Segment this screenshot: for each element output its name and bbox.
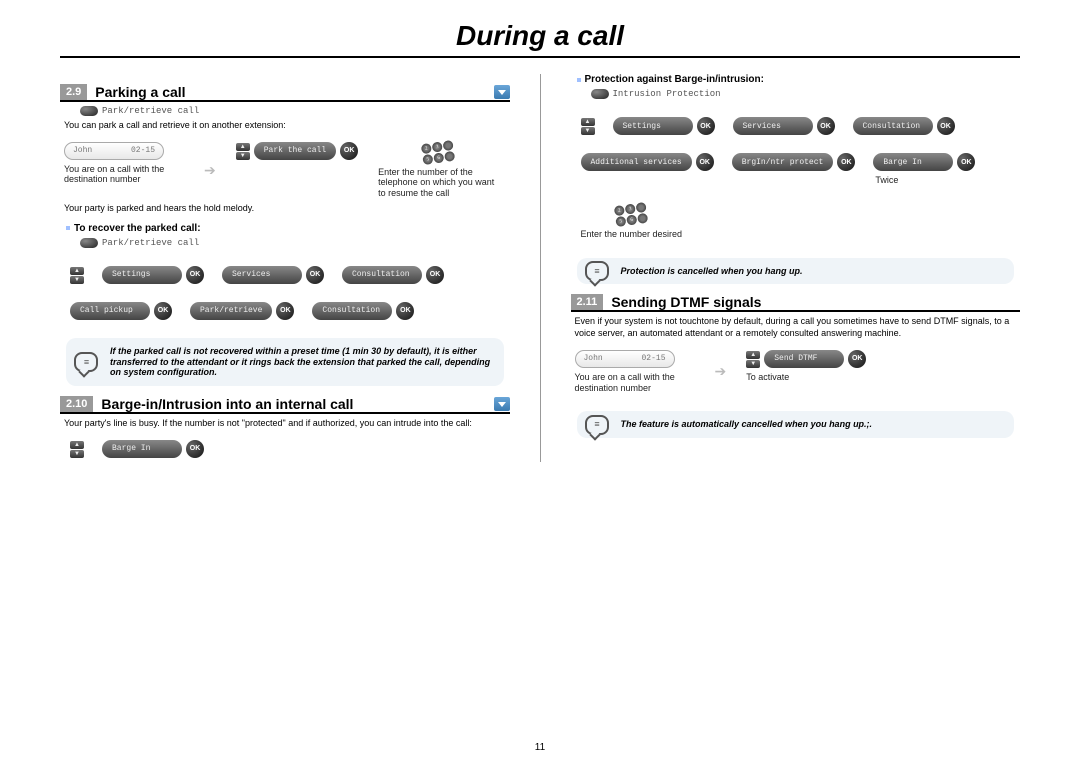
keypad-icon: 2356 <box>614 202 649 227</box>
pill-park-retrieve: Park/retrieve <box>190 302 272 320</box>
step-display: John 02-15 You are on a call with the de… <box>575 350 695 394</box>
label-park-retrieve: Park/retrieve call <box>80 106 510 116</box>
ok-button: OK <box>340 142 358 160</box>
note-box-parked: ≡ If the parked call is not recovered wi… <box>66 338 504 386</box>
step-note: You are on a call with the destination n… <box>64 164 184 186</box>
pill-barge-in: Barge In <box>102 440 182 458</box>
ok-button: OK <box>837 153 855 171</box>
label-text: Park/retrieve call <box>102 106 199 116</box>
step-keypad: 2356 Enter the number of the telephone o… <box>378 142 498 199</box>
pill-settings: Settings <box>102 266 182 284</box>
step-note: You are on a call with the destination n… <box>575 372 695 394</box>
pill-send-dtmf: Send DTMF <box>764 350 844 368</box>
speech-bubble-icon: ≡ <box>74 352 98 372</box>
display-field: John 02-15 <box>64 142 164 160</box>
column-divider <box>540 74 541 462</box>
ok-button: OK <box>817 117 835 135</box>
step-action: ▲▼ Send DTMF OK To activate <box>746 350 866 383</box>
parked-note: Your party is parked and hears the hold … <box>64 203 510 215</box>
call-time: 02-15 <box>131 146 155 155</box>
section-title: Parking a call <box>95 84 487 100</box>
updown-icon: ▲▼ <box>746 351 760 368</box>
section-2-10-header: 2.10 Barge-in/Intrusion into an internal… <box>60 396 510 414</box>
call-time: 02-15 <box>641 354 665 363</box>
display-field: John 02-15 <box>575 350 675 368</box>
ok-button: OK <box>697 117 715 135</box>
arrow-right-icon: ➔ <box>204 163 216 180</box>
section-title: Barge-in/Intrusion into an internal call <box>101 396 487 412</box>
ok-button: OK <box>306 266 324 284</box>
ok-button: OK <box>848 350 866 368</box>
section-title: Sending DTMF signals <box>611 294 1020 310</box>
page-title: During a call <box>60 20 1020 52</box>
pill-services: Services <box>222 266 302 284</box>
intro-text: Your party's line is busy. If the number… <box>64 418 510 430</box>
step-note: To activate <box>746 372 789 383</box>
ok-button: OK <box>957 153 975 171</box>
pill-brgin-ntr-protect: BrgIn/ntr protect <box>732 153 834 171</box>
ok-button: OK <box>426 266 444 284</box>
lozenge-icon <box>591 89 609 99</box>
ok-button: OK <box>186 440 204 458</box>
label-park-retrieve-2: Park/retrieve call <box>80 238 510 248</box>
updown-icon: ▲▼ <box>70 441 84 458</box>
step-note: Enter the number of the telephone on whi… <box>378 167 498 199</box>
note-box-protection: ≡ Protection is cancelled when you hang … <box>577 258 1015 285</box>
updown-icon: ▲▼ <box>70 267 84 284</box>
down-arrow-icon <box>494 85 510 99</box>
pill-consultation: Consultation <box>342 266 422 284</box>
updown-icon: ▲▼ <box>581 118 595 135</box>
recover-subhead: To recover the parked call: <box>66 223 510 234</box>
lozenge-icon <box>80 106 98 116</box>
down-arrow-icon <box>494 397 510 411</box>
section-number: 2.10 <box>60 396 93 412</box>
intro-text: You can park a call and retrieve it on a… <box>64 120 510 132</box>
ok-button: OK <box>154 302 172 320</box>
label-intrusion: Intrusion Protection <box>591 89 1021 99</box>
step-action: ▲▼ Park the call OK <box>236 142 358 160</box>
pill-call-pickup: Call pickup <box>70 302 150 320</box>
label-text: Park/retrieve call <box>102 238 199 248</box>
keypad-icon: 2356 <box>421 140 456 165</box>
section-number: 2.9 <box>60 84 87 100</box>
pill-consultation: Consultation <box>853 117 933 135</box>
ok-button: OK <box>396 302 414 320</box>
lozenge-icon <box>80 238 98 248</box>
speech-bubble-icon: ≡ <box>585 415 609 435</box>
caller-name: John <box>584 354 603 363</box>
intro-text: Even if your system is not touchtone by … <box>575 316 1021 339</box>
pill-services: Services <box>733 117 813 135</box>
recover-label: To recover the parked call: <box>74 223 201 234</box>
note-twice: Twice <box>875 175 898 186</box>
ok-button: OK <box>186 266 204 284</box>
pill-barge-in-2: Barge In <box>873 153 953 171</box>
title-rule <box>60 56 1020 58</box>
pill-consultation-2: Consultation <box>312 302 392 320</box>
arrow-right-icon: ➔ <box>715 364 727 381</box>
note-text: The feature is automatically cancelled w… <box>621 419 873 429</box>
step-display: John 02-15 You are on a call with the de… <box>64 142 184 186</box>
pill-additional-services: Additional services <box>581 153 692 171</box>
note-text: Protection is cancelled when you hang up… <box>621 266 803 276</box>
section-number: 2.11 <box>571 294 604 310</box>
caller-name: John <box>73 146 92 155</box>
note-enter-number: Enter the number desired <box>581 229 683 240</box>
pill-settings: Settings <box>613 117 693 135</box>
note-box-dtmf: ≡ The feature is automatically cancelled… <box>577 411 1015 438</box>
ok-button: OK <box>696 153 714 171</box>
right-column: Protection against Barge-in/intrusion: I… <box>571 74 1021 462</box>
speech-bubble-icon: ≡ <box>585 261 609 281</box>
ok-button: OK <box>937 117 955 135</box>
protection-subhead: Protection against Barge-in/intrusion: <box>577 74 1021 85</box>
section-2-11-header: 2.11 Sending DTMF signals <box>571 294 1021 312</box>
ok-button: OK <box>276 302 294 320</box>
protection-label: Protection against Barge-in/intrusion: <box>585 74 764 85</box>
left-column: 2.9 Parking a call Park/retrieve call Yo… <box>60 74 510 462</box>
page-number: 11 <box>535 742 545 753</box>
section-2-9-header: 2.9 Parking a call <box>60 84 510 102</box>
label-text: Intrusion Protection <box>613 89 721 99</box>
note-text: If the parked call is not recovered with… <box>110 346 490 378</box>
pill-park-the-call: Park the call <box>254 142 336 160</box>
updown-icon: ▲▼ <box>236 143 250 160</box>
